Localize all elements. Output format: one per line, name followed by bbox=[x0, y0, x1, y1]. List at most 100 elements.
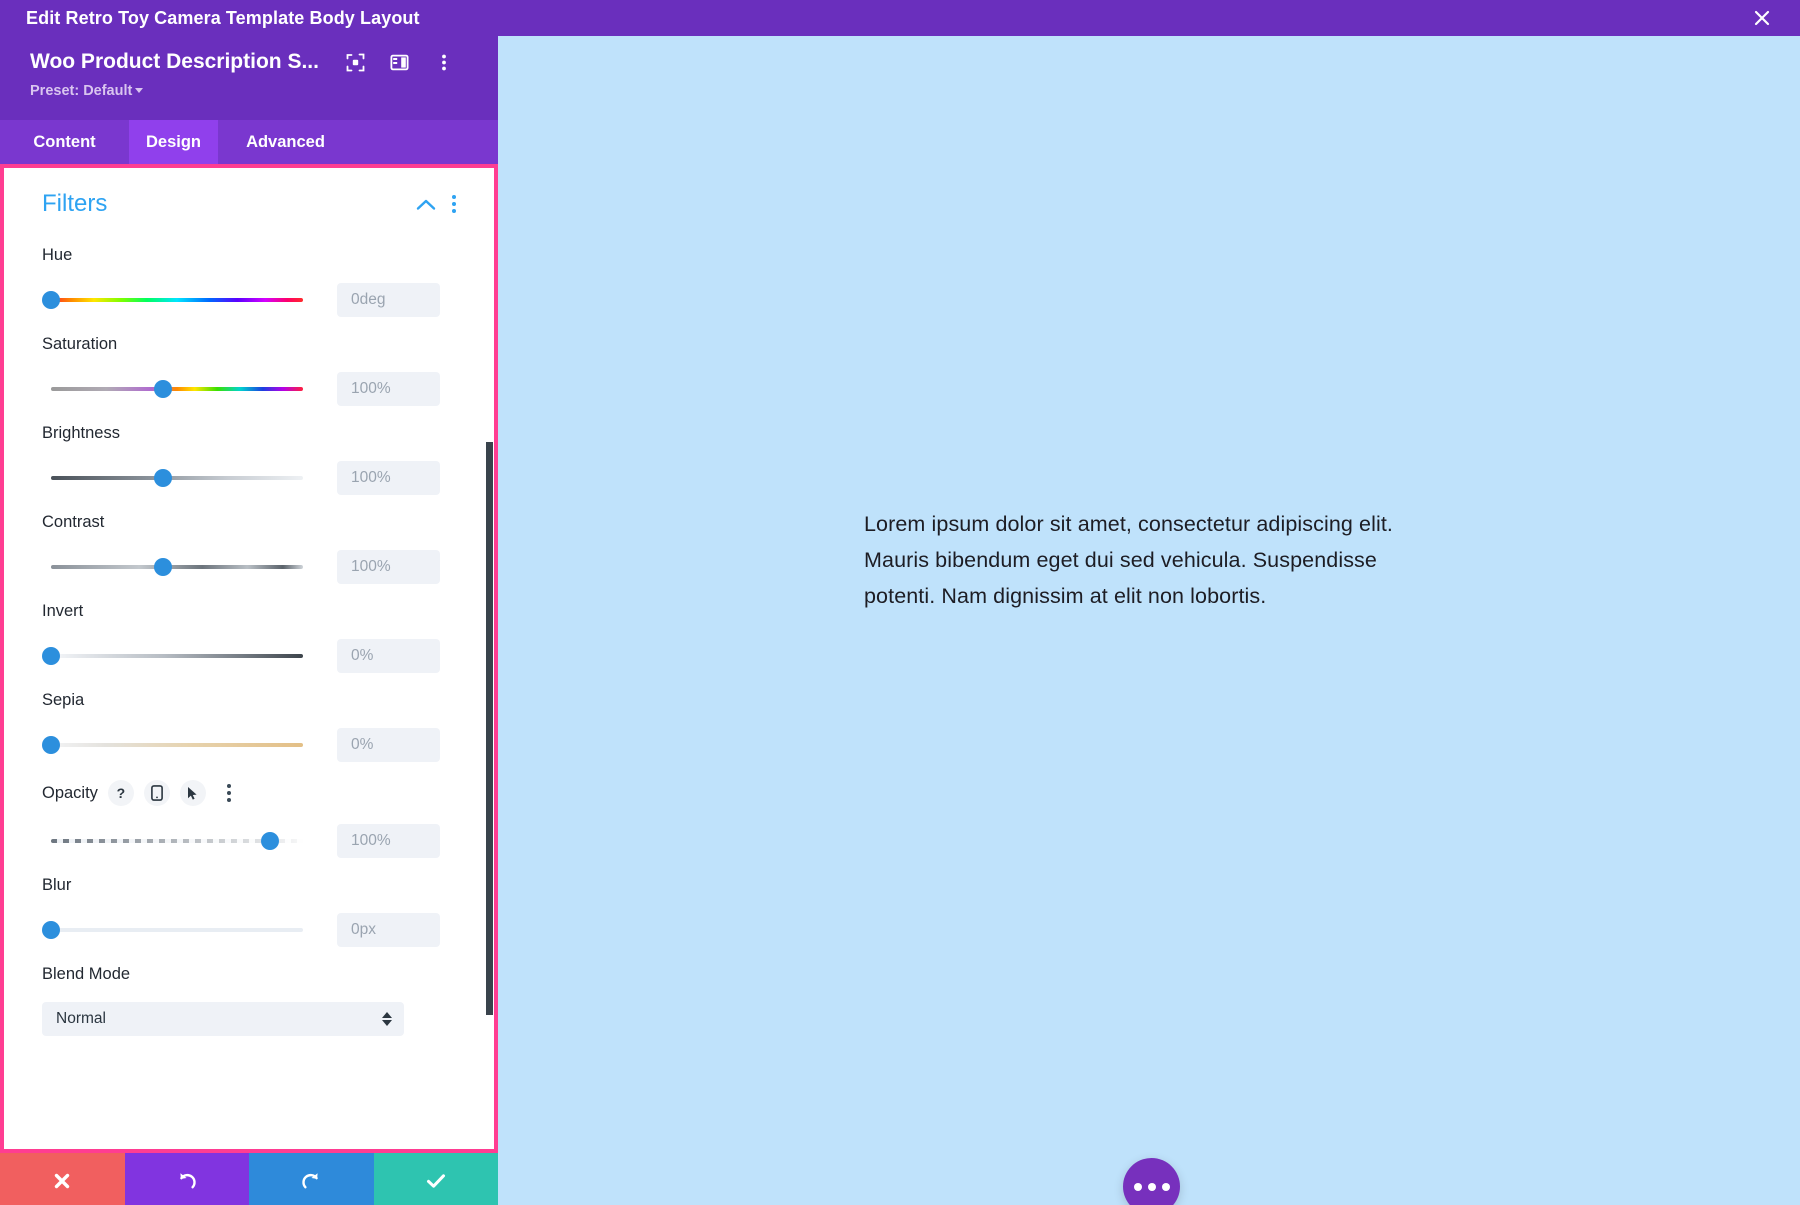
field-contrast: Contrast 100% bbox=[42, 495, 456, 584]
invert-slider[interactable] bbox=[42, 647, 307, 665]
field-label: Invert bbox=[42, 602, 84, 620]
field-hue: Hue 0deg bbox=[42, 228, 456, 317]
panel-scrollbar[interactable] bbox=[486, 442, 493, 1015]
dot bbox=[226, 791, 231, 795]
dot bbox=[452, 202, 456, 206]
design-tab-panel: Filters Hue 0deg Saturation 100% Brightn… bbox=[0, 164, 498, 1153]
field-label: Saturation bbox=[42, 335, 118, 353]
fab-dot-3 bbox=[1161, 1182, 1170, 1191]
field-label: Brightness bbox=[42, 424, 120, 442]
dot bbox=[226, 784, 231, 788]
filters-section-header: Filters bbox=[42, 168, 456, 228]
slider-thumb[interactable] bbox=[42, 647, 60, 665]
sepia-value-input[interactable]: 0% bbox=[337, 728, 440, 762]
modal-header-icons bbox=[345, 51, 455, 73]
blend-mode-selected-value: Normal bbox=[56, 1010, 106, 1027]
section-title: Filters bbox=[42, 190, 108, 217]
hue-value-input[interactable]: 0deg bbox=[337, 283, 440, 317]
caret-down bbox=[382, 1020, 392, 1026]
divi-builder-screen: Lorem ipsum dolor sit amet, consectetur … bbox=[0, 0, 1800, 1205]
page-title: Edit Retro Toy Camera Template Body Layo… bbox=[26, 7, 420, 28]
invert-value-input[interactable]: 0% bbox=[337, 639, 440, 673]
save-button[interactable] bbox=[373, 1153, 498, 1205]
field-label: Blend Mode bbox=[42, 965, 131, 983]
brightness-value-input[interactable]: 100% bbox=[337, 461, 440, 495]
field-saturation: Saturation 100% bbox=[42, 317, 456, 406]
dot bbox=[452, 195, 456, 199]
modal-tabs: Content Design Advanced bbox=[0, 120, 498, 164]
field-label: Contrast bbox=[42, 513, 105, 531]
preset-label: Preset: Default bbox=[30, 83, 133, 99]
select-updown-icon bbox=[382, 1012, 392, 1026]
slider-track bbox=[51, 565, 303, 569]
slider-track bbox=[51, 476, 303, 480]
slider-track bbox=[51, 654, 303, 658]
field-label: Sepia bbox=[42, 691, 85, 709]
slider-track bbox=[51, 298, 303, 302]
saturation-slider[interactable] bbox=[42, 380, 307, 398]
help-icon[interactable]: ? bbox=[107, 780, 134, 806]
tab-advanced[interactable]: Advanced bbox=[218, 120, 353, 164]
slider-thumb[interactable] bbox=[154, 380, 172, 398]
close-x-icon bbox=[55, 1173, 70, 1188]
blur-value-input[interactable]: 0px bbox=[337, 913, 440, 947]
slider-thumb[interactable] bbox=[42, 736, 60, 754]
preset-selector[interactable]: Preset: Default bbox=[30, 83, 474, 99]
field-invert: Invert 0% bbox=[42, 584, 456, 673]
panel-layout-icon[interactable] bbox=[389, 51, 411, 73]
filters-settings-list: Filters Hue 0deg Saturation 100% Brightn… bbox=[4, 168, 494, 1149]
hue-slider[interactable] bbox=[42, 291, 307, 309]
contrast-value-input[interactable]: 100% bbox=[337, 550, 440, 584]
tab-design[interactable]: Design bbox=[129, 120, 218, 164]
dot bbox=[226, 798, 231, 802]
fab-dot-2 bbox=[1147, 1182, 1156, 1191]
slider-track bbox=[51, 387, 303, 391]
slider-thumb[interactable] bbox=[154, 558, 172, 576]
focus-module-icon[interactable] bbox=[345, 51, 367, 73]
redo-button[interactable] bbox=[249, 1153, 374, 1205]
hover-cursor-icon[interactable] bbox=[179, 780, 206, 806]
field-label: Blur bbox=[42, 876, 72, 894]
undo-button[interactable] bbox=[124, 1153, 249, 1205]
brightness-slider[interactable] bbox=[42, 469, 307, 487]
page-settings-fab[interactable] bbox=[1123, 1158, 1180, 1205]
field-brightness: Brightness 100% bbox=[42, 406, 456, 495]
module-name: Woo Product Description S... bbox=[30, 50, 319, 73]
slider-thumb[interactable] bbox=[261, 832, 279, 850]
blend-mode-select[interactable]: Normal bbox=[42, 1002, 404, 1036]
undo-arrow-icon bbox=[179, 1172, 196, 1188]
product-description-text: Lorem ipsum dolor sit amet, consectetur … bbox=[864, 512, 1394, 608]
opacity-slider[interactable] bbox=[42, 832, 307, 850]
slider-thumb[interactable] bbox=[42, 291, 60, 309]
chevron-down-icon bbox=[135, 88, 144, 93]
slider-thumb[interactable] bbox=[154, 469, 172, 487]
module-settings-modal: Woo Product Description S... Preset: Def… bbox=[0, 36, 498, 1205]
modal-header: Woo Product Description S... Preset: Def… bbox=[0, 36, 498, 120]
field-opacity: Opacity ? 100% bbox=[42, 762, 456, 858]
field-blend-mode: Blend Mode Normal bbox=[42, 947, 456, 1036]
opacity-value-input[interactable]: 100% bbox=[337, 824, 440, 858]
field-label: Opacity bbox=[42, 783, 98, 802]
more-options-icon[interactable] bbox=[433, 51, 455, 73]
mobile-responsive-icon[interactable] bbox=[143, 780, 170, 806]
cancel-button[interactable] bbox=[0, 1153, 125, 1205]
fab-dot-1 bbox=[1133, 1182, 1142, 1191]
close-icon[interactable] bbox=[1750, 6, 1774, 30]
checkmark-icon bbox=[426, 1173, 445, 1188]
tab-content[interactable]: Content bbox=[0, 120, 129, 164]
chevron-up-icon[interactable] bbox=[416, 198, 436, 211]
slider-track bbox=[51, 928, 303, 932]
slider-track bbox=[51, 743, 303, 747]
modal-action-bar bbox=[0, 1153, 498, 1205]
field-label: Hue bbox=[42, 246, 73, 264]
contrast-slider[interactable] bbox=[42, 558, 307, 576]
redo-arrow-icon bbox=[302, 1172, 319, 1188]
section-more-options-icon[interactable] bbox=[452, 195, 456, 213]
sepia-slider[interactable] bbox=[42, 736, 307, 754]
saturation-value-input[interactable]: 100% bbox=[337, 372, 440, 406]
slider-thumb[interactable] bbox=[42, 921, 60, 939]
field-blur: Blur 0px bbox=[42, 858, 456, 947]
caret-up bbox=[382, 1012, 392, 1018]
blur-slider[interactable] bbox=[42, 921, 307, 939]
more-options-icon[interactable] bbox=[216, 780, 242, 806]
